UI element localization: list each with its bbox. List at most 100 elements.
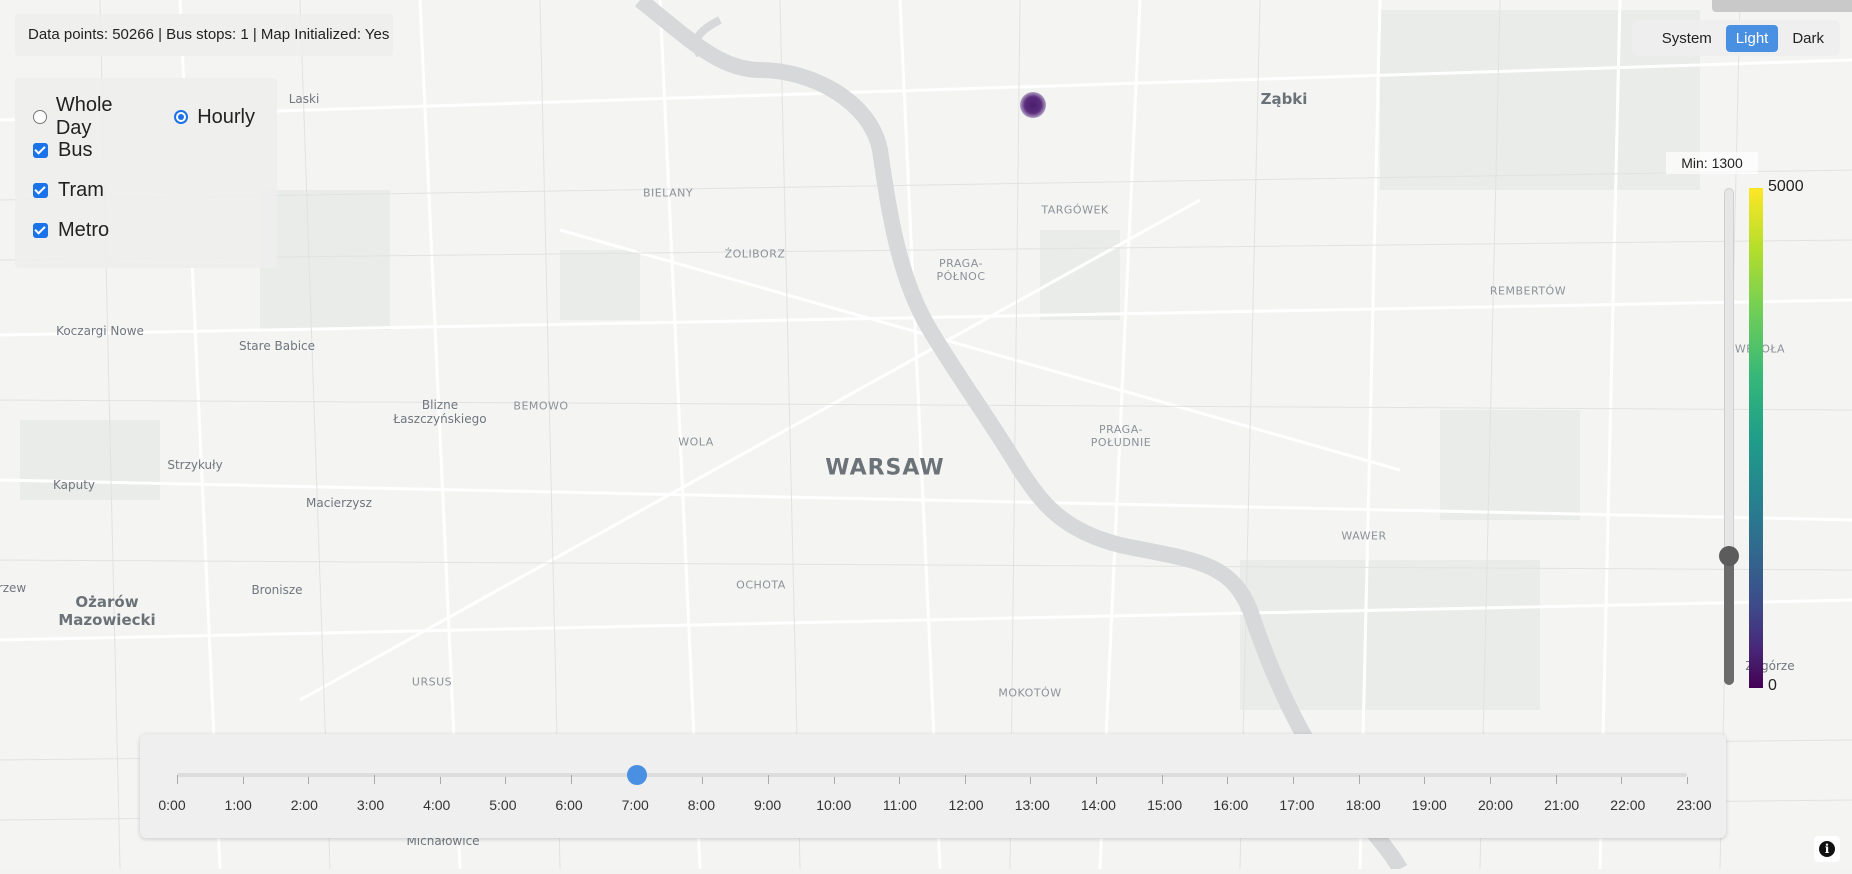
time-tick	[505, 777, 507, 784]
time-tick	[242, 777, 244, 784]
map-label: PRAGA- PÓŁNOC	[936, 257, 986, 283]
map-control-stub[interactable]	[1712, 0, 1852, 12]
status-info-bar: Data points: 50266 | Bus stops: 1 | Map …	[15, 14, 393, 56]
radio-hourly-label[interactable]: Hourly	[197, 106, 255, 129]
time-tick-label[interactable]: 5:00	[489, 797, 516, 813]
radio-whole-day[interactable]	[33, 110, 47, 124]
time-tick	[1424, 777, 1426, 784]
time-tick	[1621, 777, 1623, 784]
time-tick-label[interactable]: 1:00	[225, 797, 252, 813]
time-tick-label[interactable]: 8:00	[688, 797, 715, 813]
time-tick	[1227, 777, 1229, 784]
time-tick	[964, 775, 966, 784]
theme-system-button[interactable]: System	[1652, 25, 1722, 52]
time-tick	[177, 775, 178, 784]
radio-whole-day-label[interactable]: Whole Day	[56, 94, 153, 140]
time-slider-thumb[interactable]	[626, 765, 647, 785]
checkbox-tram-label[interactable]: Tram	[58, 179, 104, 202]
time-slider-track[interactable]	[177, 773, 1687, 777]
theme-light-button[interactable]: Light	[1725, 24, 1779, 52]
time-tick-label[interactable]: 16:00	[1213, 797, 1248, 813]
time-tick-label[interactable]: 20:00	[1478, 797, 1513, 813]
map-label: TARGÓWEK	[1041, 203, 1109, 217]
time-tick	[702, 777, 704, 784]
time-tick-label[interactable]: 17:00	[1279, 797, 1314, 813]
time-tick-label[interactable]: 21:00	[1544, 797, 1579, 813]
time-tick	[1096, 777, 1098, 784]
heatmap-bus-stop-spot	[1020, 92, 1046, 118]
map-label: BIELANY	[642, 186, 694, 200]
time-tick	[833, 777, 835, 784]
checkbox-row-bus: Bus	[33, 139, 92, 162]
map-label: Blizne Łaszczyńskiego	[393, 398, 487, 426]
checkbox-bus[interactable]	[33, 143, 48, 158]
time-tick	[767, 775, 769, 784]
color-scale-min: 0	[1768, 677, 1777, 694]
radio-hourly[interactable]	[174, 110, 189, 124]
time-tick	[308, 777, 310, 784]
time-tick	[570, 775, 572, 784]
info-icon: i	[1819, 841, 1835, 857]
theme-toggle: System Light Dark	[1632, 20, 1840, 56]
map-label: REMBERTÓW	[1489, 284, 1567, 298]
time-tick-label[interactable]: 10:00	[816, 797, 851, 813]
time-tick-label[interactable]: 6:00	[555, 797, 582, 813]
map-label: WOLA	[678, 435, 714, 449]
map-label: Laski	[288, 92, 320, 106]
time-tick	[1030, 777, 1032, 784]
time-tick	[1555, 775, 1557, 784]
checkbox-metro-label[interactable]: Metro	[58, 219, 109, 242]
time-tick	[1490, 777, 1492, 784]
time-tick-label[interactable]: 11:00	[883, 797, 917, 813]
time-tick-label[interactable]: 0:00	[158, 797, 185, 813]
map-label: BEMOWO	[513, 399, 569, 413]
checkbox-metro[interactable]	[33, 223, 48, 238]
theme-dark-button[interactable]: Dark	[1782, 25, 1834, 52]
threshold-slider-thumb[interactable]	[1719, 545, 1739, 566]
map-label: rzew	[0, 581, 27, 595]
time-tick-label[interactable]: 19:00	[1412, 797, 1447, 813]
time-tick	[1161, 775, 1163, 784]
map-label: ŻOLIBORZ	[724, 247, 786, 261]
time-tick	[1358, 775, 1360, 784]
map-label: Stare Babice	[238, 339, 316, 353]
time-slider-panel: 0:00 1:00 2:00 3:00 4:00 5:00 6:00 7:00 8:00 9:00…	[140, 734, 1726, 838]
time-tick-label[interactable]: 14:00	[1081, 797, 1116, 813]
status-info-text: Data points: 50266 | Bus stops: 1 | Map …	[28, 26, 390, 43]
time-tick	[1293, 777, 1295, 784]
time-tick-label[interactable]: 2:00	[291, 797, 318, 813]
filter-panel: Whole Day Hourly Bus Tram Metro	[15, 78, 277, 268]
time-tick-label[interactable]: 12:00	[949, 797, 984, 813]
time-tick-label[interactable]: 13:00	[1015, 797, 1050, 813]
mode-radio-group: Whole Day Hourly	[33, 94, 277, 140]
color-scale-max: 5000	[1768, 178, 1804, 195]
time-tick	[899, 777, 901, 784]
map-label: MOKOTÓW	[998, 686, 1062, 700]
map-label: Macierzysz	[306, 496, 372, 510]
time-tick-label[interactable]: 9:00	[754, 797, 781, 813]
checkbox-bus-label[interactable]: Bus	[58, 139, 92, 162]
time-tick-label[interactable]: 23:00	[1676, 797, 1711, 813]
map-label: URSUS	[411, 675, 453, 689]
map-label: PRAGA- POŁUDNIE	[1090, 423, 1152, 449]
time-tick-label[interactable]: 18:00	[1346, 797, 1381, 813]
map-label: Ząbki	[1260, 90, 1308, 108]
checkbox-tram[interactable]	[33, 183, 48, 198]
time-tick-label[interactable]: 7:00	[622, 797, 649, 813]
map-label: WAWER	[1341, 529, 1387, 543]
min-threshold-label: Min: 1300	[1666, 152, 1758, 174]
map-label: WARSAW	[825, 455, 945, 481]
checkbox-row-tram: Tram	[33, 179, 104, 202]
map-label: Kaputy	[52, 478, 96, 492]
time-tick-label[interactable]: 3:00	[357, 797, 384, 813]
time-tick-label[interactable]: 22:00	[1610, 797, 1645, 813]
color-scale-bar	[1749, 188, 1763, 688]
map-label: Bronisze	[251, 583, 303, 597]
time-tick-label[interactable]: 15:00	[1147, 797, 1182, 813]
threshold-slider-fill	[1724, 555, 1734, 685]
info-button[interactable]: i	[1814, 836, 1840, 862]
map-label: Koczargi Nowe	[56, 324, 144, 338]
map-label: OCHOTA	[736, 578, 786, 592]
time-tick-label[interactable]: 4:00	[423, 797, 450, 813]
map-label: Strzykuły	[167, 458, 223, 472]
